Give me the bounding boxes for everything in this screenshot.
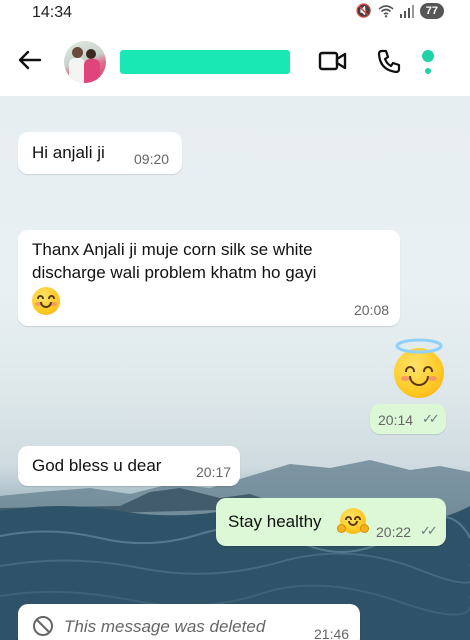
contact-avatar[interactable] — [64, 41, 106, 83]
hugging-face-emoji — [337, 508, 369, 534]
message-time: 20:14 — [378, 412, 414, 428]
mute-icon: 🔇 — [355, 3, 372, 18]
status-bar: 14:34 🔇 77 — [0, 0, 470, 28]
chat-area[interactable]: Hi anjali ji 09:20 Thanx Anjali ji muje … — [0, 96, 470, 640]
message-text: Stay healthy — [228, 512, 322, 531]
message-time: 20:17 — [196, 464, 232, 480]
status-icons: 🔇 77 — [356, 3, 444, 19]
message-text-line2: discharge wali problem khatm ho gayi — [32, 263, 317, 282]
halo-icon — [395, 338, 443, 354]
deleted-message-icon — [33, 616, 53, 636]
signal-icon — [399, 4, 414, 18]
wifi-icon — [378, 5, 394, 18]
status-time: 14:34 — [32, 4, 73, 21]
contact-name-redacted[interactable] — [120, 50, 290, 74]
message-time: 09:20 — [134, 151, 170, 167]
deleted-message-text: This message was deleted — [64, 617, 266, 636]
message-text-line1: Thanx Anjali ji muje corn silk se white — [32, 240, 313, 259]
read-receipt-icon: ✓✓ — [420, 523, 438, 538]
message-time: 20:22 — [376, 524, 412, 540]
read-receipt-icon: ✓✓ — [422, 411, 440, 426]
message-time: 20:08 — [354, 302, 390, 318]
more-options-icon[interactable] — [420, 46, 440, 78]
back-arrow-icon[interactable] — [16, 46, 44, 74]
phone-call-icon[interactable] — [376, 48, 402, 74]
video-call-icon[interactable] — [318, 48, 348, 74]
message-bubble-incoming[interactable]: Hi anjali ji 09:20 — [18, 132, 182, 174]
message-bubble-outgoing[interactable]: 20:14 ✓✓ — [370, 404, 446, 434]
message-bubble-incoming[interactable]: God bless u dear 20:17 — [18, 446, 240, 486]
message-bubble-outgoing[interactable]: Stay healthy 20:22 ✓✓ — [216, 498, 446, 546]
message-bubble-incoming[interactable]: Thanx Anjali ji muje corn silk se white … — [18, 230, 400, 326]
message-bubble-deleted[interactable]: This message was deleted 21:46 — [18, 604, 360, 640]
battery-badge: 77 — [419, 3, 444, 19]
smiling-face-with-halo-emoji[interactable] — [394, 348, 444, 398]
smiling-face-emoji — [32, 287, 60, 315]
message-time: 21:46 — [314, 626, 350, 640]
message-text: Hi anjali ji — [32, 143, 105, 162]
chat-header — [0, 28, 470, 96]
message-text: God bless u dear — [32, 456, 162, 475]
